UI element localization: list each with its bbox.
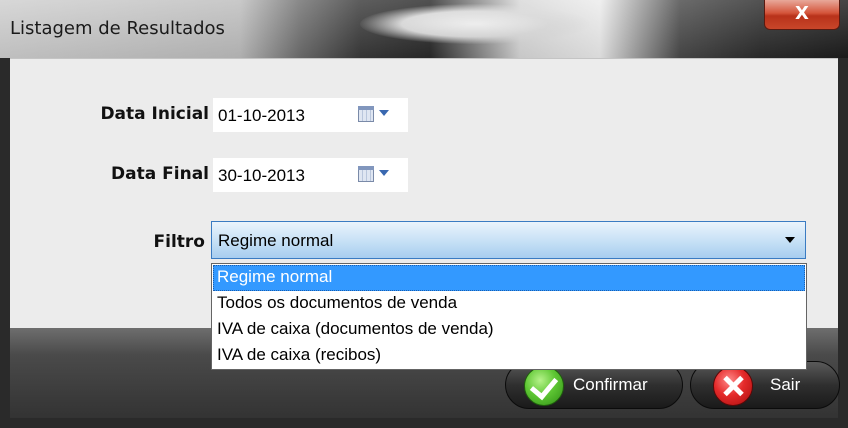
dropdown-option[interactable]: IVA de caixa (documentos de venda)	[213, 317, 805, 343]
data-final-field[interactable]: 30-10-2013	[213, 158, 408, 192]
dropdown-option[interactable]: Todos os documentos de venda	[213, 291, 805, 317]
check-icon	[524, 366, 564, 406]
chevron-down-icon[interactable]	[785, 237, 795, 243]
data-final-calendar-button[interactable]	[358, 164, 394, 186]
filtro-label: Filtro	[153, 232, 205, 252]
close-icon	[713, 366, 753, 406]
calendar-icon	[358, 166, 374, 182]
chevron-down-icon	[379, 170, 389, 176]
window-frame-left	[0, 58, 10, 428]
dropdown-option[interactable]: IVA de caixa (recibos)	[213, 343, 805, 369]
data-inicial-label: Data Inicial	[100, 104, 209, 124]
exit-button-label: Sair	[770, 375, 801, 394]
calendar-icon	[358, 106, 374, 122]
title-bar: Listagem de Resultados X	[0, 0, 848, 58]
filtro-dropdown-list: Regime normal Todos os documentos de ven…	[211, 263, 807, 370]
data-inicial-calendar-button[interactable]	[358, 104, 394, 126]
filtro-selected-value: Regime normal	[218, 231, 334, 250]
window-title: Listagem de Resultados	[10, 18, 225, 39]
window-frame-right	[838, 58, 848, 428]
chevron-down-icon	[379, 110, 389, 116]
data-inicial-value: 01-10-2013	[218, 106, 305, 125]
confirm-button-label: Confirmar	[573, 375, 648, 394]
data-final-label: Data Final	[111, 164, 209, 184]
close-icon: X	[795, 3, 809, 24]
data-final-value: 30-10-2013	[218, 166, 305, 185]
filtro-select[interactable]: Regime normal	[211, 221, 806, 259]
data-inicial-field[interactable]: 01-10-2013	[213, 98, 408, 132]
close-button[interactable]: X	[764, 0, 840, 30]
dropdown-option[interactable]: Regime normal	[213, 265, 805, 291]
window-frame-bottom	[0, 418, 848, 428]
